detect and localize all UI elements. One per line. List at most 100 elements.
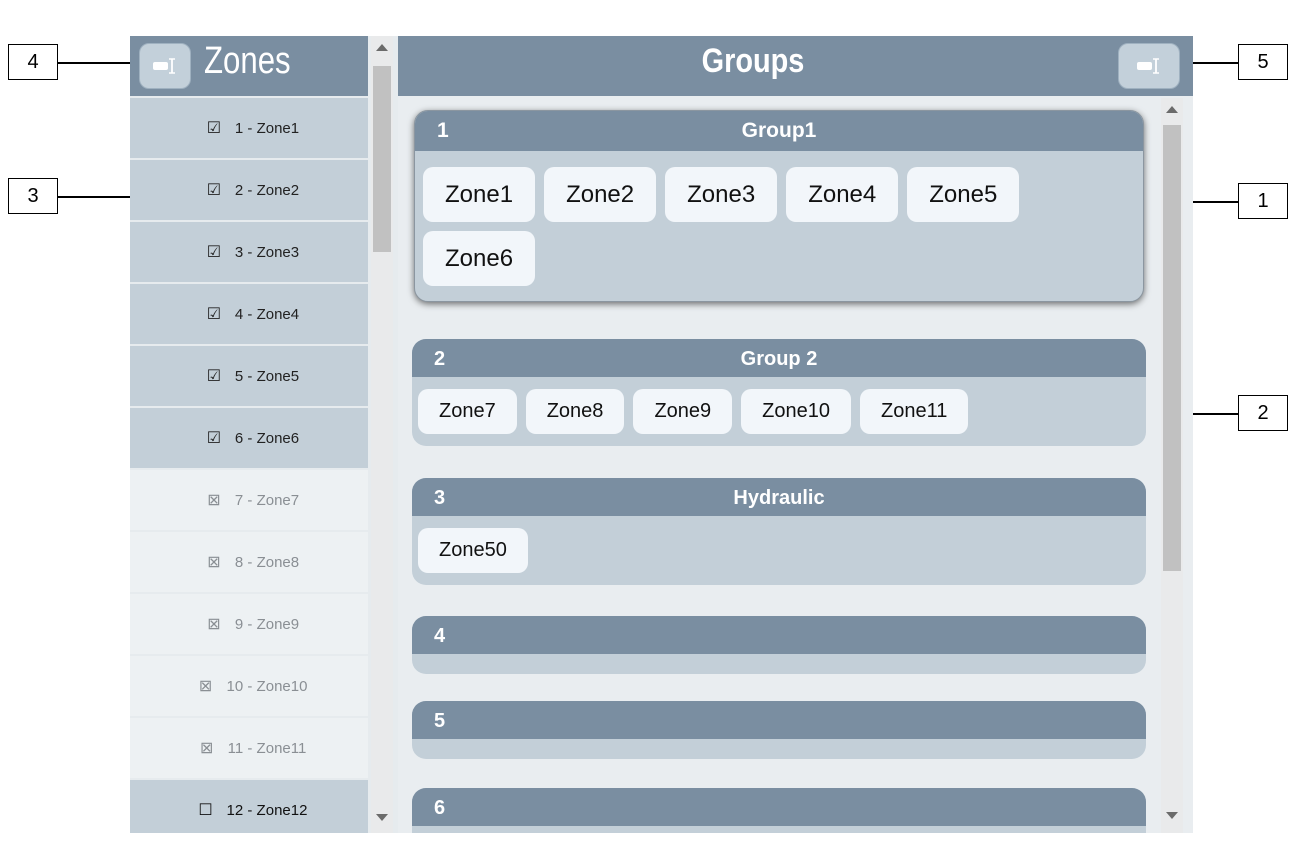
scroll-up-icon[interactable]: [376, 44, 388, 51]
zone-chip[interactable]: Zone5: [907, 167, 1020, 222]
groups-panel: Groups Group1 1 Zone1 Zone2 Zone3 Zone4 Zone5 Z…: [398, 36, 1193, 833]
zones-toggle-button[interactable]: [139, 43, 191, 89]
group-card[interactable]: 6: [412, 788, 1146, 833]
zones-scroll-thumb[interactable]: [373, 66, 391, 252]
zone-chip[interactable]: Zone7: [418, 389, 517, 434]
group-name: Group 2: [740, 348, 818, 370]
app-window: Zones ☑ 1 - Zone1 ☑ 2 - Zone2 ☑ 3 - Zone3 ☑ 4 -…: [130, 36, 1193, 833]
callout-1-text: 1: [1257, 189, 1269, 212]
excluded-checkbox-icon[interactable]: ⊠: [191, 676, 221, 696]
excluded-checkbox-icon[interactable]: ⊠: [192, 738, 222, 758]
unchecked-checkbox-icon[interactable]: ☐: [191, 800, 221, 820]
zone-list-item[interactable]: ⊠ 11 - Zone11: [130, 718, 368, 778]
checked-checkbox-icon[interactable]: ☑: [199, 304, 229, 324]
callout-3: 3: [8, 178, 58, 214]
zone-list-item[interactable]: ⊠ 8 - Zone8: [130, 532, 368, 592]
callout-4-line: [58, 62, 130, 64]
zone-chip[interactable]: Zone2: [544, 167, 657, 222]
zone-list-item-label: 10 - Zone10: [226, 677, 308, 695]
zone-chip[interactable]: Zone3: [665, 167, 778, 222]
excluded-checkbox-icon[interactable]: ⊠: [199, 552, 229, 572]
group-zone-chips: [412, 826, 1146, 833]
excluded-checkbox-icon[interactable]: ⊠: [199, 614, 229, 634]
annotated-screenshot: 4 3 5 1 2 Zones ☑ 1 - Zone1 ☑ 2 - Zone2 …: [0, 0, 1291, 851]
checked-checkbox-icon[interactable]: ☑: [199, 366, 229, 386]
group-card[interactable]: 4: [412, 616, 1146, 674]
scroll-down-icon[interactable]: [1166, 812, 1178, 819]
group-card[interactable]: Group 2 2 Zone7 Zone8 Zone9 Zone10 Zone11: [412, 339, 1146, 446]
zone-list-item-label: 8 - Zone8: [234, 553, 300, 571]
group-number: 2: [434, 348, 446, 370]
group-zone-chips: Zone7 Zone8 Zone9 Zone10 Zone11: [412, 377, 1146, 446]
callout-2: 2: [1238, 395, 1288, 431]
zone-list-item-label: 2 - Zone2: [234, 181, 300, 199]
zone-list-item-label: 9 - Zone9: [234, 615, 300, 633]
zone-list-item[interactable]: ⊠ 7 - Zone7: [130, 470, 368, 530]
group-card-header: Group 2 2: [412, 339, 1146, 377]
zone-list-item-label: 1 - Zone1: [234, 119, 300, 137]
zone-chip[interactable]: Zone9: [633, 389, 733, 434]
group-card[interactable]: Group1 1 Zone1 Zone2 Zone3 Zone4 Zone5 Zone6: [414, 110, 1144, 302]
excluded-checkbox-icon[interactable]: ⊠: [199, 490, 229, 510]
zone-list-item[interactable]: ☑ 1 - Zone1: [130, 98, 368, 158]
zone-list-item[interactable]: ⊠ 9 - Zone9: [130, 594, 368, 654]
group-name: Hydraulic: [733, 487, 825, 509]
group-card-header: Group1 1: [415, 111, 1143, 151]
zones-panel: Zones ☑ 1 - Zone1 ☑ 2 - Zone2 ☑ 3 - Zone3 ☑ 4 -…: [130, 36, 398, 833]
zone-list-item[interactable]: ☑ 2 - Zone2: [130, 160, 368, 220]
zones-list: ☑ 1 - Zone1 ☑ 2 - Zone2 ☑ 3 - Zone3 ☑ 4 - Zone4…: [130, 98, 368, 833]
callout-5: 5: [1238, 44, 1288, 80]
zones-scrollbar[interactable]: [371, 36, 393, 833]
zone-list-item[interactable]: ⊠ 10 - Zone10: [130, 656, 368, 716]
group-number: 6: [434, 797, 446, 819]
groups-header: Groups: [398, 36, 1193, 96]
group-card[interactable]: Hydraulic 3 Zone50: [412, 478, 1146, 585]
checked-checkbox-icon[interactable]: ☑: [199, 428, 229, 448]
zone-chip[interactable]: Zone10: [741, 389, 851, 434]
group-zone-chips: Zone1 Zone2 Zone3 Zone4 Zone5 Zone6: [415, 151, 1143, 301]
groups-title: Groups: [701, 42, 805, 80]
group-card[interactable]: 5: [412, 701, 1146, 759]
group-number: 1: [437, 119, 449, 142]
zone-chip[interactable]: Zone1: [423, 167, 536, 222]
zone-list-item[interactable]: ☐ 12 - Zone12: [130, 780, 368, 833]
groups-toggle-button[interactable]: [1118, 43, 1180, 89]
checked-checkbox-icon[interactable]: ☑: [199, 118, 229, 138]
zone-list-item-label: 5 - Zone5: [234, 367, 300, 385]
zone-list-item[interactable]: ☑ 5 - Zone5: [130, 346, 368, 406]
zones-title: Zones: [204, 40, 291, 82]
callout-1: 1: [1238, 183, 1288, 219]
checked-checkbox-icon[interactable]: ☑: [199, 180, 229, 200]
zone-chip[interactable]: Zone4: [786, 167, 899, 222]
scroll-down-icon[interactable]: [376, 814, 388, 821]
groups-scrollbar[interactable]: [1161, 98, 1183, 833]
zones-header: Zones: [130, 36, 368, 96]
zone-list-item[interactable]: ☑ 6 - Zone6: [130, 408, 368, 468]
zone-list-item-label: 11 - Zone11: [227, 739, 307, 757]
group-zone-chips: [412, 739, 1146, 759]
groups-scroll-thumb[interactable]: [1163, 125, 1181, 571]
group-number: 5: [434, 710, 446, 732]
zone-chip[interactable]: Zone8: [525, 389, 625, 434]
zone-list-item-label: 4 - Zone4: [234, 305, 300, 323]
zone-list-item-label: 7 - Zone7: [234, 491, 300, 509]
zone-chip[interactable]: Zone50: [418, 528, 528, 573]
group-card-header: 6: [412, 788, 1146, 826]
group-name: Group1: [741, 119, 817, 142]
callout-5-text: 5: [1257, 50, 1269, 73]
group-card-header: 5: [412, 701, 1146, 739]
callout-3-text: 3: [27, 184, 39, 207]
checked-checkbox-icon[interactable]: ☑: [199, 242, 229, 262]
zone-list-item[interactable]: ☑ 4 - Zone4: [130, 284, 368, 344]
group-zone-chips: [412, 654, 1146, 674]
zone-chip[interactable]: Zone11: [860, 389, 969, 434]
group-number: 4: [434, 625, 446, 647]
group-number: 3: [434, 487, 446, 509]
collapse-panel-icon: [1137, 58, 1159, 74]
zone-chip[interactable]: Zone6: [423, 231, 536, 286]
zone-list-item[interactable]: ☑ 3 - Zone3: [130, 222, 368, 282]
scroll-up-icon[interactable]: [1166, 106, 1178, 113]
group-zone-chips: Zone50: [412, 516, 1146, 585]
callout-4-text: 4: [27, 50, 39, 73]
zone-list-item-label: 12 - Zone12: [226, 801, 308, 819]
